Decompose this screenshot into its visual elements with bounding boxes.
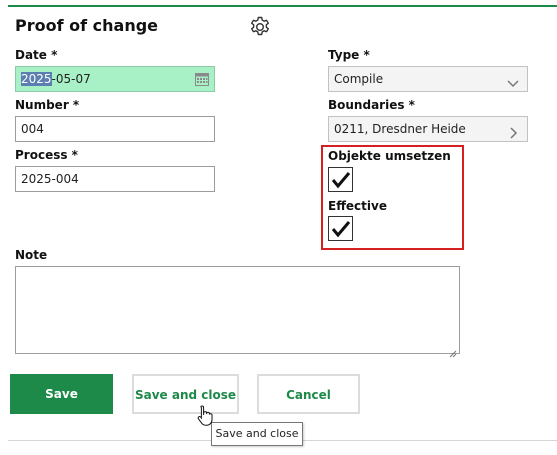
boundaries-value: 0211, Dresdner Heide [334, 122, 466, 136]
number-value: 004 [21, 122, 44, 136]
calendar-icon[interactable] [194, 71, 210, 87]
type-label: Type * [328, 48, 370, 62]
hand-cursor-icon [196, 404, 216, 428]
date-value-rest: -05-07 [51, 72, 91, 86]
objekte-umsetzen-label: Objekte umsetzen [328, 149, 451, 163]
date-label: Date * [15, 48, 58, 62]
header-divider [8, 5, 557, 7]
process-value: 2025-004 [21, 172, 79, 186]
note-label: Note [15, 248, 48, 262]
checkmark-icon [331, 221, 351, 238]
process-label: Process * [15, 148, 78, 162]
boundaries-field[interactable]: 0211, Dresdner Heide [328, 116, 528, 142]
type-value: Compile [334, 72, 384, 86]
note-textarea[interactable] [15, 266, 460, 358]
number-label: Number * [15, 98, 80, 112]
cancel-button[interactable]: Cancel [257, 374, 360, 414]
checkmark-icon [331, 172, 351, 189]
number-field[interactable]: 004 [15, 116, 215, 142]
page-title: Proof of change [15, 16, 159, 35]
save-and-close-button[interactable]: Save and close [132, 374, 239, 414]
chevron-down-icon [507, 73, 519, 88]
process-field[interactable]: 2025-004 [15, 166, 215, 192]
resize-handle-icon[interactable] [449, 343, 457, 358]
tooltip: Save and close [211, 422, 303, 446]
save-button[interactable]: Save [10, 374, 113, 414]
boundaries-label: Boundaries * [328, 98, 415, 112]
date-value-selected: 2025 [21, 72, 52, 86]
effective-label: Effective [328, 199, 387, 213]
date-field[interactable]: 2025-05-07 [15, 66, 215, 92]
chevron-right-icon[interactable] [507, 123, 519, 139]
gear-icon[interactable] [248, 15, 272, 39]
type-select[interactable]: Compile [328, 66, 528, 92]
effective-checkbox[interactable] [328, 216, 353, 241]
objekte-umsetzen-checkbox[interactable] [328, 167, 353, 192]
